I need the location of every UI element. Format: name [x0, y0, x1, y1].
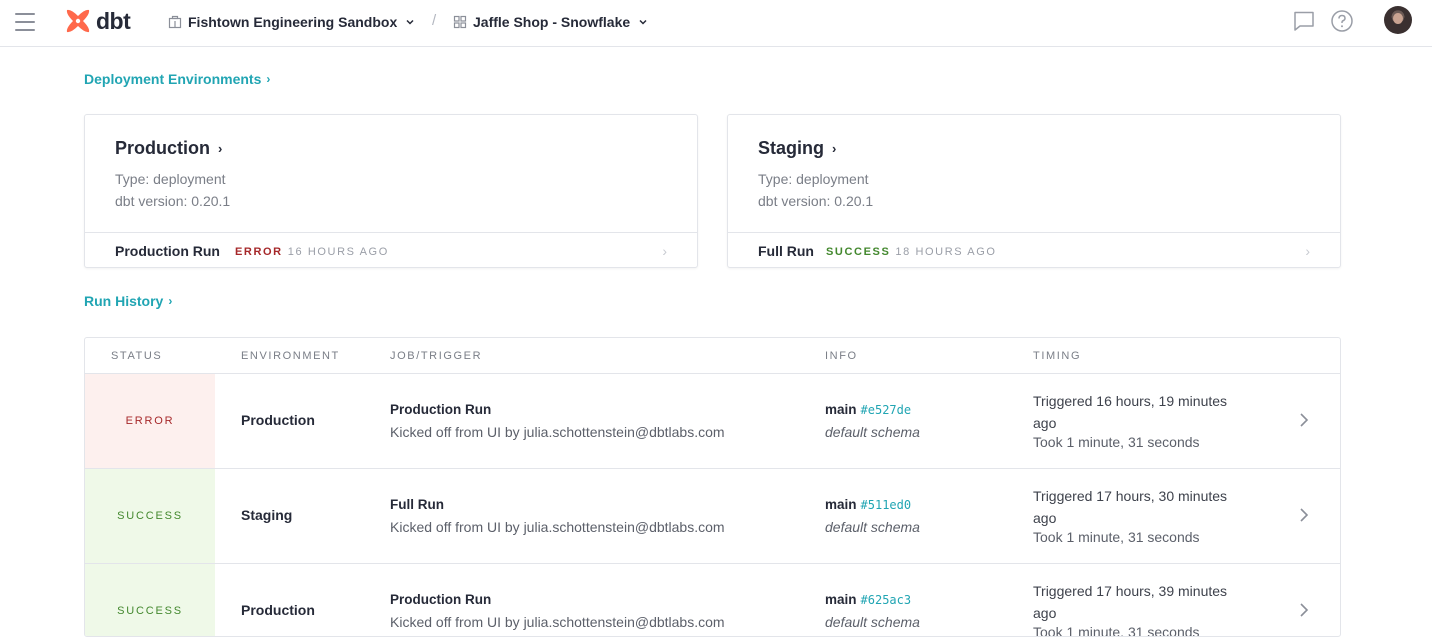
- run-schema: default schema: [825, 519, 920, 535]
- grid-icon: [453, 15, 467, 29]
- status-badge: ERROR: [235, 246, 283, 258]
- column-header-timing: TIMING: [1033, 350, 1082, 362]
- run-history-table: STATUS ENVIRONMENT JOB/TRIGGER INFO TIMI…: [84, 337, 1341, 637]
- environment-type: Type: deployment: [115, 171, 226, 187]
- run-branch-info: main #625ac3: [825, 592, 911, 607]
- commit-sha-link[interactable]: #625ac3: [861, 593, 912, 607]
- column-header-status: STATUS: [111, 350, 163, 362]
- run-triggered-time: Triggered 16 hours, 19 minutes ago: [1033, 393, 1228, 431]
- project-name: Jaffle Shop - Snowflake: [473, 14, 631, 30]
- chevron-right-icon: ›: [832, 141, 837, 156]
- account-name: Fishtown Engineering Sandbox: [188, 14, 398, 30]
- table-row[interactable]: ERROR Production Production Run Kicked o…: [85, 374, 1340, 469]
- environment-name: Production: [115, 138, 210, 158]
- run-duration: Took 1 minute, 31 seconds: [1033, 529, 1200, 545]
- run-schema: default schema: [825, 424, 920, 440]
- status-badge: SUCCESS: [826, 246, 891, 258]
- chevron-right-icon: [1300, 413, 1309, 427]
- run-job-name: Production Run: [390, 402, 492, 417]
- chevron-down-icon: [639, 19, 647, 25]
- project-selector[interactable]: Jaffle Shop - Snowflake: [453, 12, 648, 32]
- branch-name: main: [825, 402, 857, 417]
- run-branch-info: main #e527de: [825, 402, 911, 417]
- last-run-job-name: Full Run: [758, 243, 814, 259]
- run-triggered-time: Triggered 17 hours, 30 minutes ago: [1033, 488, 1228, 526]
- environment-title-link[interactable]: Production ›: [115, 138, 222, 159]
- run-duration: Took 1 minute, 31 seconds: [1033, 624, 1200, 637]
- run-environment: Production: [241, 602, 315, 618]
- commit-sha-link[interactable]: #e527de: [861, 403, 912, 417]
- menu-icon[interactable]: [14, 11, 36, 33]
- column-header-environment: ENVIRONMENT: [241, 350, 340, 362]
- environment-last-run[interactable]: Full Run SUCCESS 18 HOURS AGO ›: [728, 232, 1340, 268]
- run-schema: default schema: [825, 614, 920, 630]
- deployment-environments-label: Deployment Environments: [84, 71, 262, 87]
- help-icon[interactable]: [1330, 9, 1354, 33]
- environment-last-run[interactable]: Production Run ERROR 16 HOURS AGO ›: [85, 232, 697, 268]
- chevron-right-icon: [1300, 508, 1309, 522]
- run-trigger: Kicked off from UI by julia.schottenstei…: [390, 614, 725, 630]
- user-avatar[interactable]: [1384, 6, 1412, 34]
- run-branch-info: main #511ed0: [825, 497, 911, 512]
- dbt-logo-mark-icon: [66, 9, 90, 33]
- environment-type: Type: deployment: [758, 171, 869, 187]
- chevron-right-icon: [1300, 603, 1309, 617]
- last-run-time: 18 HOURS AGO: [895, 246, 997, 258]
- last-run-time: 16 HOURS AGO: [287, 246, 389, 258]
- run-environment: Staging: [241, 507, 293, 523]
- environment-card-production: Production › Type: deployment dbt versio…: [84, 114, 698, 268]
- breadcrumb-separator: /: [432, 12, 437, 29]
- status-badge: SUCCESS: [85, 469, 215, 563]
- building-icon: [168, 15, 182, 29]
- commit-sha-link[interactable]: #511ed0: [861, 498, 912, 512]
- account-selector[interactable]: Fishtown Engineering Sandbox: [168, 12, 415, 32]
- dbt-logo[interactable]: dbt: [64, 6, 131, 36]
- run-history-link[interactable]: Run History ›: [84, 293, 172, 309]
- chevron-right-icon: ›: [266, 72, 271, 86]
- environment-name: Staging: [758, 138, 824, 158]
- run-duration: Took 1 minute, 31 seconds: [1033, 434, 1200, 450]
- environment-dbt-version: dbt version: 0.20.1: [115, 193, 231, 209]
- chevron-right-icon: ›: [168, 294, 173, 308]
- chat-icon[interactable]: [1292, 9, 1316, 33]
- run-trigger: Kicked off from UI by julia.schottenstei…: [390, 424, 725, 440]
- column-header-info: INFO: [825, 350, 858, 362]
- run-history-label: Run History: [84, 293, 164, 309]
- logo-text: dbt: [96, 7, 131, 34]
- branch-name: main: [825, 592, 857, 607]
- run-trigger: Kicked off from UI by julia.schottenstei…: [390, 519, 725, 535]
- branch-name: main: [825, 497, 857, 512]
- chevron-right-icon: ›: [662, 243, 667, 259]
- top-navigation-bar: dbt Fishtown Engineering Sandbox / Jaffl…: [0, 0, 1432, 47]
- chevron-right-icon: ›: [218, 141, 223, 156]
- last-run-job-name: Production Run: [115, 243, 220, 259]
- run-job-name: Full Run: [390, 497, 444, 512]
- chevron-down-icon: [406, 19, 414, 25]
- last-run-status: SUCCESS 18 HOURS AGO: [826, 246, 997, 258]
- table-header: STATUS ENVIRONMENT JOB/TRIGGER INFO TIMI…: [85, 338, 1340, 374]
- last-run-status: ERROR 16 HOURS AGO: [235, 246, 389, 258]
- environment-dbt-version: dbt version: 0.20.1: [758, 193, 874, 209]
- chevron-right-icon: ›: [1305, 243, 1310, 259]
- deployment-environments-link[interactable]: Deployment Environments ›: [84, 71, 270, 87]
- table-row[interactable]: SUCCESS Staging Full Run Kicked off from…: [85, 469, 1340, 564]
- column-header-job-trigger: JOB/TRIGGER: [390, 350, 483, 362]
- run-environment: Production: [241, 412, 315, 428]
- run-triggered-time: Triggered 17 hours, 39 minutes ago: [1033, 583, 1228, 621]
- table-row[interactable]: SUCCESS Production Production Run Kicked…: [85, 564, 1340, 637]
- status-badge: ERROR: [85, 374, 215, 468]
- status-badge: SUCCESS: [85, 564, 215, 636]
- environment-title-link[interactable]: Staging ›: [758, 138, 836, 159]
- environment-card-staging: Staging › Type: deployment dbt version: …: [727, 114, 1341, 268]
- run-job-name: Production Run: [390, 592, 492, 607]
